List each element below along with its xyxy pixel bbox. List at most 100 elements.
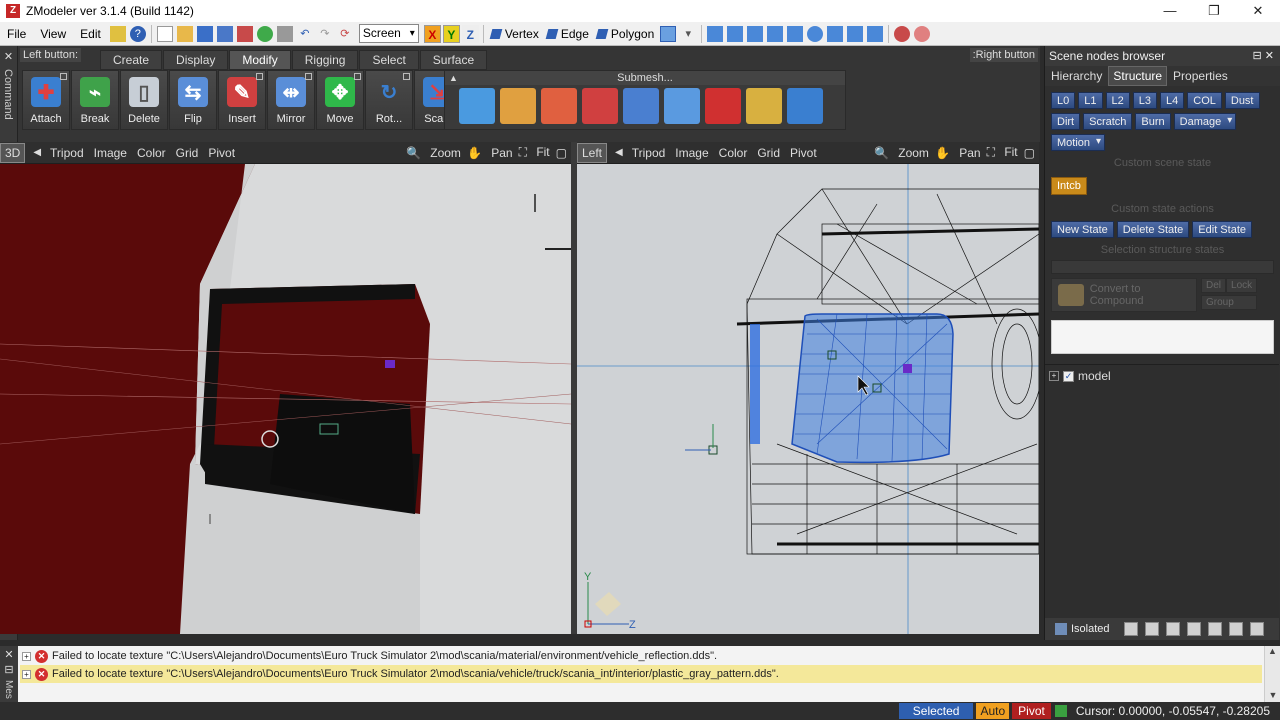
- extrude-icon[interactable]: [623, 88, 659, 124]
- wizard-icon[interactable]: [109, 25, 126, 42]
- lod-l2-button[interactable]: L2: [1105, 92, 1130, 109]
- del-button[interactable]: Del: [1201, 278, 1227, 293]
- panel-pin-icon[interactable]: ⊟ ✕: [1253, 46, 1275, 66]
- split-icon[interactable]: [541, 88, 577, 124]
- visibility-checkbox[interactable]: ✓: [1063, 370, 1074, 382]
- collapse-icon[interactable]: ▲: [449, 71, 458, 85]
- footer-tool-icon[interactable]: [1207, 622, 1222, 636]
- coordinate-space-select[interactable]: Screen: [358, 24, 419, 43]
- fit-button[interactable]: ⛶ Fit: [987, 145, 1018, 160]
- pan-button[interactable]: ✋ Pan: [467, 146, 513, 160]
- select-mode-icon[interactable]: [660, 25, 677, 42]
- lod-l4-button[interactable]: L4: [1160, 92, 1185, 109]
- lock-button[interactable]: Lock: [1226, 278, 1258, 293]
- tool-c-icon[interactable]: [747, 25, 764, 42]
- delete-state-button[interactable]: Delete State: [1116, 221, 1190, 238]
- log-scrollbar[interactable]: ▲ ▼: [1264, 646, 1280, 702]
- lod-l1-button[interactable]: L1: [1078, 92, 1103, 109]
- uv-map-icon[interactable]: [787, 88, 823, 124]
- convert-to-compound-button[interactable]: Convert to Compound: [1051, 278, 1197, 312]
- menu-view[interactable]: View: [33, 22, 73, 46]
- footer-tool-icon[interactable]: [1186, 622, 1201, 636]
- import-icon[interactable]: [216, 25, 233, 42]
- texture-icon[interactable]: [914, 25, 931, 42]
- tool-f-icon[interactable]: [807, 25, 824, 42]
- fit-button[interactable]: ⛶ Fit: [519, 145, 550, 160]
- options-corner-icon[interactable]: [256, 73, 263, 80]
- back-arrow-icon[interactable]: ◀: [33, 147, 41, 158]
- box-map-icon[interactable]: [746, 88, 782, 124]
- footer-tool-icon[interactable]: [1123, 622, 1138, 636]
- open-folder-icon[interactable]: [176, 25, 193, 42]
- pan-button[interactable]: ✋ Pan: [935, 146, 981, 160]
- delete-button[interactable]: ▯ Delete: [120, 70, 168, 130]
- export-icon[interactable]: [236, 25, 253, 42]
- menu-file[interactable]: File: [0, 22, 33, 46]
- tab-rigging[interactable]: Rigging: [291, 50, 359, 70]
- tab-hierarchy[interactable]: Hierarchy: [1047, 67, 1106, 85]
- render-icon[interactable]: [256, 25, 273, 42]
- footer-tool-icon[interactable]: [1228, 622, 1243, 636]
- log-close-icon[interactable]: ✕: [0, 648, 18, 661]
- viewport-left[interactable]: Y Z: [577, 164, 1039, 634]
- options-corner-icon[interactable]: [60, 73, 67, 80]
- expand-icon[interactable]: +: [1049, 371, 1059, 381]
- log-entry-selected[interactable]: + ✕ Failed to locate texture "C:\Users\A…: [20, 665, 1262, 683]
- pen-icon[interactable]: [664, 88, 700, 124]
- options-corner-icon[interactable]: [354, 73, 361, 80]
- color-toggle[interactable]: Color: [719, 146, 748, 160]
- viewport-left-name[interactable]: Left: [577, 142, 608, 163]
- viewport-3d-name[interactable]: 3D: [0, 142, 26, 163]
- scroll-up-icon[interactable]: ▲: [1265, 646, 1280, 656]
- auto-status[interactable]: Auto: [976, 703, 1010, 719]
- log-entry[interactable]: + ✕ Failed to locate texture "C:\Users\A…: [20, 647, 1262, 665]
- command-close-icon[interactable]: ✕: [0, 50, 17, 63]
- menu-edit[interactable]: Edit: [73, 22, 108, 46]
- refresh-icon[interactable]: ⟳: [337, 26, 353, 42]
- isolated-label[interactable]: Isolated: [1071, 623, 1110, 635]
- cube-icon[interactable]: [459, 88, 495, 124]
- mirror-button[interactable]: ⇹ Mirror: [267, 70, 315, 130]
- insert-button[interactable]: ✎ Insert: [218, 70, 266, 130]
- select-options-icon[interactable]: ▾: [680, 26, 696, 42]
- axis-z-toggle[interactable]: Z: [461, 24, 479, 43]
- col-button[interactable]: COL: [1187, 92, 1222, 109]
- undo-icon[interactable]: ↶: [297, 26, 313, 42]
- dust-button[interactable]: Dust: [1224, 92, 1260, 109]
- brush-icon[interactable]: [500, 88, 536, 124]
- viewport-3d[interactable]: [0, 164, 571, 634]
- back-arrow-icon[interactable]: ◀: [615, 147, 623, 158]
- lod-l3-button[interactable]: L3: [1132, 92, 1157, 109]
- lod-l0-button[interactable]: L0: [1051, 92, 1076, 109]
- intcb-state-button[interactable]: Intcb: [1051, 177, 1087, 195]
- redo-icon[interactable]: ↷: [317, 26, 333, 42]
- burn-button[interactable]: Burn: [1135, 113, 1171, 130]
- rotate-button[interactable]: ↻ Rot...: [365, 70, 413, 130]
- selected-status[interactable]: Selected: [898, 703, 974, 719]
- scratch-button[interactable]: Scratch: [1083, 113, 1133, 130]
- zoom-button[interactable]: 🔍 Zoom: [406, 146, 461, 160]
- vertex-mode-button[interactable]: Vertex: [487, 27, 543, 41]
- color-toggle[interactable]: Color: [137, 146, 166, 160]
- split-red-icon[interactable]: [582, 88, 618, 124]
- log-pin-icon[interactable]: ⊟: [0, 663, 18, 676]
- damage-dropdown[interactable]: Damage: [1173, 113, 1237, 130]
- pivot-toggle[interactable]: Pivot: [208, 146, 235, 160]
- image-toggle[interactable]: Image: [94, 146, 127, 160]
- tab-properties[interactable]: Properties: [1169, 67, 1232, 85]
- submesh-header[interactable]: ▲ Submesh...: [445, 71, 845, 85]
- tripod-toggle[interactable]: Tripod: [50, 146, 84, 160]
- footer-tool-icon[interactable]: [1165, 622, 1180, 636]
- expand-icon[interactable]: +: [22, 669, 31, 679]
- tool-g-icon[interactable]: [827, 25, 844, 42]
- motion-dropdown[interactable]: Motion: [1051, 134, 1106, 151]
- tree-node-model[interactable]: + ✓ model: [1045, 365, 1279, 387]
- state-list-box[interactable]: [1051, 320, 1274, 354]
- tool-d-icon[interactable]: [767, 25, 784, 42]
- tool-b-icon[interactable]: [727, 25, 744, 42]
- polygon-mode-button[interactable]: Polygon: [593, 27, 658, 41]
- help-icon[interactable]: ?: [129, 25, 146, 42]
- group-button[interactable]: Group: [1201, 295, 1258, 310]
- break-button[interactable]: ⌁ Break: [71, 70, 119, 130]
- expand-icon[interactable]: +: [22, 651, 31, 661]
